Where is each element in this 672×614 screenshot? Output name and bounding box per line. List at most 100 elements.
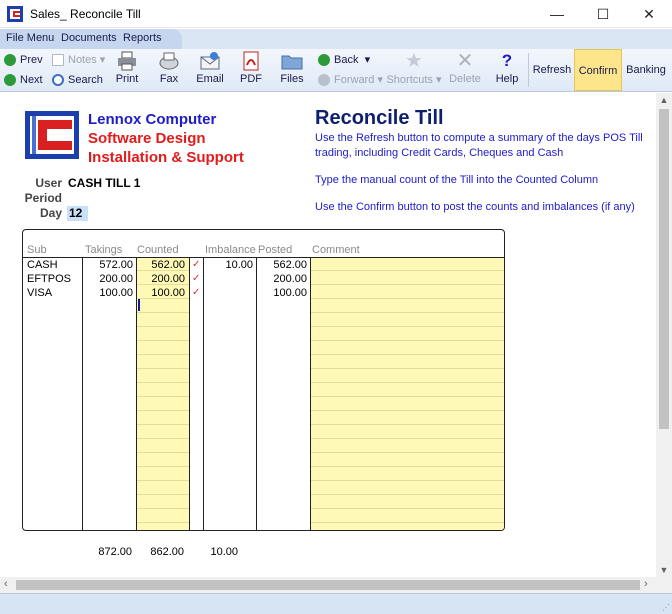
scroll-up-icon[interactable]: ▲ xyxy=(656,95,672,105)
table-row-sub: EFTPOS xyxy=(27,273,72,285)
table-row-imbalance: 10.00 xyxy=(225,259,253,271)
period-label: Period xyxy=(24,191,62,205)
back-arrow-icon xyxy=(318,54,330,66)
search-button[interactable]: Search xyxy=(52,71,103,89)
table-row-posted: 200.00 xyxy=(273,273,307,285)
forward-label: Forward xyxy=(334,74,375,86)
prev-arrow-icon xyxy=(4,54,16,66)
instruction-refresh: Use the Refresh button to compute a summ… xyxy=(315,132,643,159)
user-value: CASH TILL 1 xyxy=(68,176,141,190)
table-row-imbalance xyxy=(204,286,253,300)
app-logo-icon xyxy=(7,6,23,22)
header-posted: Posted xyxy=(258,244,293,256)
table-row-posted: 562.00 xyxy=(273,259,307,271)
status-bar: ⋰ xyxy=(0,593,672,614)
table-row-sub: CASH xyxy=(27,259,58,271)
menu-file[interactable]: File Menu xyxy=(6,32,54,44)
search-icon xyxy=(52,74,64,86)
forward-button[interactable]: Forward ▾ xyxy=(318,71,383,89)
text-caret xyxy=(138,299,140,311)
next-button[interactable]: Next xyxy=(4,71,43,89)
next-arrow-icon xyxy=(4,74,16,86)
notes-button[interactable]: Notes ▾ xyxy=(52,51,105,69)
email-icon xyxy=(200,52,220,70)
help-button[interactable]: ? Help xyxy=(488,51,526,91)
header-imbalance: Imbalance xyxy=(205,244,256,256)
menu-documents[interactable]: Documents xyxy=(61,32,117,44)
table-row-imbalance xyxy=(204,272,253,286)
day-field[interactable]: 12 xyxy=(67,206,88,221)
header-takings: Takings xyxy=(85,244,123,256)
toolbar-separator xyxy=(528,53,529,87)
total-counted: 862.00 xyxy=(150,546,184,558)
header-sub: Sub xyxy=(27,244,47,256)
table-row-counted[interactable]: 200.00 xyxy=(137,272,185,286)
pdf-icon xyxy=(243,51,259,71)
total-takings: 872.00 xyxy=(98,546,132,558)
horizontal-scroll-thumb[interactable] xyxy=(16,580,640,590)
email-button[interactable]: Email xyxy=(191,51,229,91)
header-comment: Comment xyxy=(312,244,360,256)
header-counted: Counted xyxy=(137,244,179,256)
table-row-takings: 200.00 xyxy=(99,273,133,285)
print-button[interactable]: Print xyxy=(108,51,146,91)
checkmark-icon: ✓ xyxy=(192,259,201,270)
back-label: Back xyxy=(334,54,359,66)
window-title: Sales_ Reconcile Till xyxy=(30,7,141,21)
company-name-line1: Lennox Computer xyxy=(88,111,217,128)
prev-label: Prev xyxy=(20,54,43,66)
scroll-right-icon[interactable]: › xyxy=(644,578,648,590)
fax-icon xyxy=(159,52,179,70)
title-bar: Sales_ Reconcile Till — ☐ ✕ xyxy=(0,0,672,28)
menu-bar: File Menu Documents Reports xyxy=(0,29,672,49)
reconcile-grid: Sub Takings Counted Imbalance Posted Com… xyxy=(22,229,505,531)
company-name-line3: Installation & Support xyxy=(88,149,244,166)
scroll-down-icon[interactable]: ▼ xyxy=(656,565,672,575)
close-button[interactable]: ✕ xyxy=(626,0,672,28)
fax-button[interactable]: Fax xyxy=(150,51,188,91)
col-divider xyxy=(189,257,190,530)
total-imbalance: 10.00 xyxy=(210,546,238,558)
delete-button[interactable]: ✕ Delete xyxy=(446,51,484,91)
user-label: User xyxy=(35,176,62,190)
forward-arrow-icon xyxy=(318,74,330,86)
main-content: Lennox Computer Software Design Installa… xyxy=(0,93,656,577)
table-row-posted: 100.00 xyxy=(273,287,307,299)
prev-button[interactable]: Prev xyxy=(4,51,43,69)
company-name-line2: Software Design xyxy=(88,130,206,147)
table-row-counted[interactable]: 562.00 xyxy=(137,258,185,272)
table-row-takings: 100.00 xyxy=(99,287,133,299)
table-row-counted[interactable]: 100.00 xyxy=(137,286,185,300)
banking-button[interactable]: Banking xyxy=(622,49,670,91)
maximize-button[interactable]: ☐ xyxy=(580,0,626,28)
printer-icon xyxy=(118,51,136,71)
help-question-icon: ? xyxy=(501,51,513,70)
resize-grip-icon[interactable]: ⋰ xyxy=(662,603,670,612)
vertical-scrollbar[interactable]: ▲ ▼ xyxy=(656,93,672,577)
star-icon: ★ xyxy=(405,50,423,72)
back-button[interactable]: Back ▾ xyxy=(318,51,370,69)
table-row-takings: 572.00 xyxy=(99,259,133,271)
day-label: Day xyxy=(39,206,62,220)
vertical-scroll-thumb[interactable] xyxy=(659,109,669,429)
horizontal-scrollbar[interactable]: ‹ › xyxy=(0,577,656,593)
instruction-confirm: Use the Confirm button to post the count… xyxy=(315,201,635,213)
shortcuts-button[interactable]: ★ Shortcuts ▾ xyxy=(384,51,444,91)
notes-label: Notes xyxy=(68,54,97,66)
comment-column[interactable] xyxy=(311,257,504,530)
refresh-button[interactable]: Refresh xyxy=(530,49,574,91)
table-row-sub: VISA xyxy=(27,287,53,299)
toolbar: Prev Next Notes ▾ Search Print Fax Email… xyxy=(0,49,672,92)
page-title: Reconcile Till xyxy=(315,107,444,129)
confirm-button[interactable]: Confirm xyxy=(574,49,622,91)
menu-reports[interactable]: Reports xyxy=(123,32,162,44)
scrollbar-corner xyxy=(656,577,672,593)
files-button[interactable]: Files xyxy=(273,51,311,91)
notes-icon xyxy=(52,54,64,66)
delete-x-icon: ✕ xyxy=(456,50,474,72)
minimize-button[interactable]: — xyxy=(534,0,580,28)
folder-icon xyxy=(281,55,303,70)
scroll-left-icon[interactable]: ‹ xyxy=(4,578,8,590)
instruction-count: Type the manual count of the Till into t… xyxy=(315,174,599,186)
pdf-button[interactable]: PDF xyxy=(232,51,270,91)
